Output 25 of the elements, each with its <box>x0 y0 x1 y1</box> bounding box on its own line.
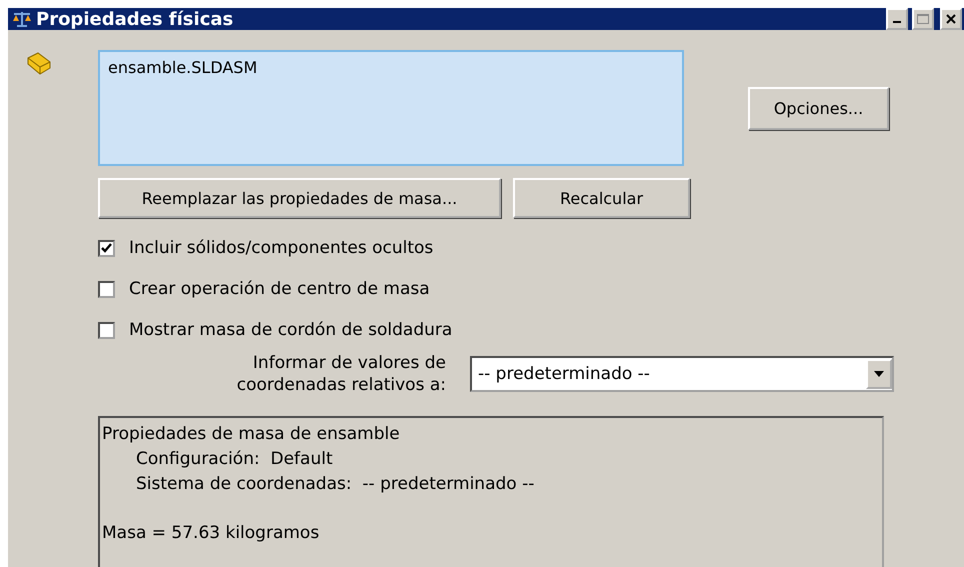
checkbox-label: Incluir sólidos/componentes ocultos <box>129 238 434 258</box>
results-line: Masa = 57.63 kilogramos <box>102 522 320 545</box>
maximize-icon <box>917 14 929 24</box>
replace-button[interactable]: Reemplazar las propiedades de masa... <box>98 178 501 218</box>
window-title: Propiedades físicas <box>36 8 234 30</box>
scale-icon <box>12 10 32 28</box>
part-icon <box>26 50 52 76</box>
checkbox[interactable] <box>98 280 115 298</box>
close-icon <box>946 14 956 24</box>
checkbox[interactable] <box>98 322 115 338</box>
coordinates-dropdown[interactable]: -- predeterminado -- <box>470 356 894 392</box>
dropdown-arrow-icon <box>874 371 884 377</box>
recalculate-button[interactable]: Recalcular <box>513 178 690 218</box>
coordinates-label: Informar de valores de coordenadas relativos a: <box>236 352 446 396</box>
results-line: Sistema de coordenadas: -- predeterminado -- <box>135 473 536 496</box>
options-button[interactable]: Opciones... <box>748 87 889 130</box>
list-item[interactable]: ensamble.SLDASM <box>108 58 674 77</box>
close-button[interactable] <box>940 8 962 30</box>
checkbox-label: Crear operación de centro de masa <box>129 279 430 299</box>
selection-list[interactable]: ensamble.SLDASM <box>98 50 684 166</box>
minimize-button[interactable] <box>886 8 908 30</box>
results-line: Configuración: Default <box>135 448 334 471</box>
checkbox[interactable] <box>98 240 115 256</box>
results-line: Propiedades de masa de ensamble <box>102 423 401 446</box>
checkbox-label: Mostrar masa de cordón de soldadura <box>129 320 452 340</box>
